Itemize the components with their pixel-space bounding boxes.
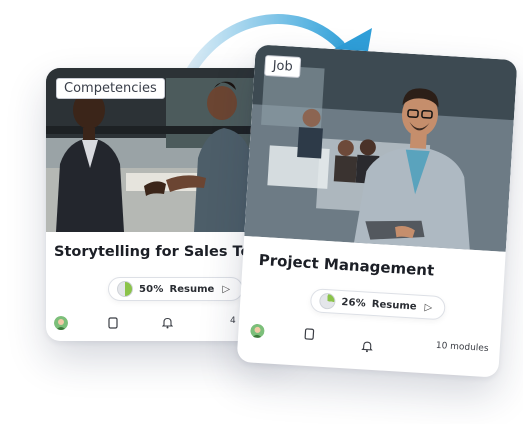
resume-label: Resume [371, 298, 417, 313]
card-footer: 10 modules [250, 323, 495, 354]
avatar-icon [250, 323, 265, 339]
progress-percent: 50% [139, 283, 164, 295]
card-tag: Job [264, 54, 302, 79]
modules-count: 10 modules [435, 340, 489, 355]
course-card-job[interactable]: Job Project Management 26% Resume ▷ 10 m… [236, 44, 518, 378]
resume-label: Resume [169, 283, 215, 295]
play-icon: ▷ [424, 301, 433, 314]
avatar-icon [54, 316, 68, 330]
progress-ring [117, 281, 133, 297]
document-icon[interactable] [304, 328, 315, 344]
resume-button[interactable]: 26% Resume ▷ [309, 288, 446, 321]
course-photo: Job [244, 44, 518, 252]
resume-button[interactable]: 50% Resume ▷ [108, 277, 244, 301]
card-tag: Competencies [56, 78, 165, 99]
progress-percent: 26% [341, 296, 367, 309]
bell-icon[interactable] [161, 317, 174, 332]
document-icon[interactable] [108, 317, 118, 332]
play-icon: ▷ [222, 283, 231, 295]
course-title: Project Management [258, 250, 435, 280]
progress-ring [318, 292, 336, 310]
bell-icon[interactable] [361, 340, 373, 356]
